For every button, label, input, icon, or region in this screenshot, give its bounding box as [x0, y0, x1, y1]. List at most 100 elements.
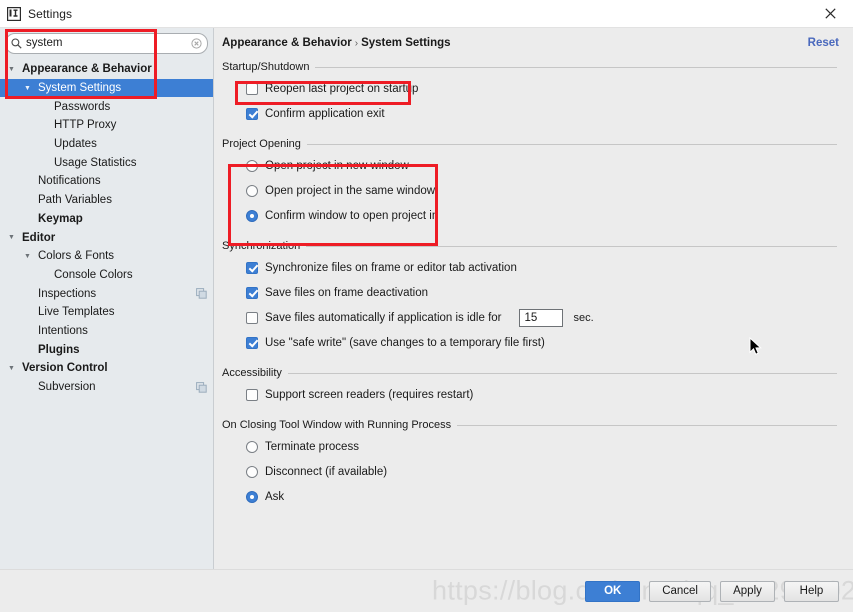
dialog-footer: https://blog.csdn.net/qq_43297802 OK Canc…	[0, 569, 853, 612]
checkbox-reopen-last-project-on-startup[interactable]: Reopen last project on startup	[246, 76, 839, 101]
sidebar-item-label: Plugins	[38, 343, 80, 356]
group-title: Synchronization	[222, 240, 839, 252]
sidebar-item-subversion[interactable]: Subversion	[0, 378, 213, 397]
search-input-value: system	[26, 37, 63, 49]
breadcrumb-parent[interactable]: Appearance & Behavior	[222, 37, 352, 49]
copy-icon[interactable]	[196, 288, 207, 299]
group-title-label: Accessibility	[222, 367, 282, 379]
group-title: Project Opening	[222, 138, 839, 150]
window-title: Settings	[28, 6, 73, 21]
checkbox-unchecked-icon[interactable]	[246, 82, 258, 95]
sidebar-item-path-variables[interactable]: Path Variables	[0, 191, 213, 210]
sidebar-item-plugins[interactable]: Plugins	[0, 340, 213, 359]
checkbox-save-files-automatically-if-application-is-i[interactable]: Save files automatically if application …	[246, 305, 839, 330]
sidebar-item-keymap[interactable]: Keymap	[0, 210, 213, 229]
group-options: Support screen readers (requires restart…	[222, 379, 839, 407]
sidebar-item-label: Subversion	[38, 381, 96, 394]
clear-circle-icon[interactable]	[191, 38, 202, 49]
search-input[interactable]: system	[5, 33, 208, 54]
option-label: Confirm window to open project in	[265, 209, 439, 222]
checkbox-save-files-on-frame-deactivation[interactable]: Save files on frame deactivation	[246, 280, 839, 305]
chevron-down-icon[interactable]: ▼	[6, 234, 17, 241]
sidebar-item-label: Editor	[22, 231, 56, 244]
chevron-down-icon[interactable]: ▼	[22, 253, 33, 260]
radio-open-project-in-the-same-window[interactable]: Open project in the same window	[246, 178, 839, 203]
breadcrumb-row: Appearance & Behavior › System Settings Re…	[222, 28, 839, 49]
sidebar-item-usage-statistics[interactable]: Usage Statistics	[0, 153, 213, 172]
breadcrumb-current: System Settings	[361, 37, 451, 49]
sidebar-item-label: Inspections	[38, 287, 97, 300]
option-label: Confirm application exit	[265, 107, 385, 120]
settings-group-project-opening: Project Opening Open project in new windo…	[222, 138, 839, 228]
search-icon	[11, 38, 22, 49]
sidebar-item-label: Appearance & Behavior	[22, 63, 152, 76]
settings-dialog: Settings system ▼ Appearance & Behavior …	[0, 0, 853, 612]
sidebar-item-http-proxy[interactable]: HTTP Proxy	[0, 116, 213, 135]
group-title-label: Synchronization	[222, 240, 301, 252]
radio-ask[interactable]: Ask	[246, 484, 839, 509]
sidebar-item-intentions[interactable]: Intentions	[0, 322, 213, 341]
option-label: Terminate process	[265, 440, 359, 453]
help-button[interactable]: Help	[784, 580, 839, 602]
chevron-down-icon[interactable]: ▼	[6, 365, 17, 372]
intellij-idea-icon	[6, 6, 22, 21]
sidebar-item-passwords[interactable]: Passwords	[0, 97, 213, 116]
sidebar-item-colors-fonts[interactable]: ▼ Colors & Fonts	[0, 247, 213, 266]
sidebar-item-label: Live Templates	[38, 306, 115, 319]
radio-unselected-icon[interactable]	[246, 184, 258, 197]
radio-selected-icon[interactable]	[246, 490, 258, 503]
sidebar-item-live-templates[interactable]: Live Templates	[0, 303, 213, 322]
ok-button[interactable]: OK	[585, 580, 641, 602]
group-divider	[315, 66, 837, 68]
option-label: Ask	[265, 490, 285, 503]
checkbox-unchecked-icon[interactable]	[246, 311, 258, 324]
checkbox-checked-icon[interactable]	[246, 261, 258, 274]
checkbox-checked-icon[interactable]	[246, 336, 258, 349]
radio-unselected-icon[interactable]	[246, 465, 258, 478]
sidebar-item-console-colors[interactable]: Console Colors	[0, 266, 213, 285]
radio-unselected-icon[interactable]	[246, 440, 258, 453]
idle-seconds-input[interactable]: 15	[518, 308, 563, 327]
checkbox-use-safe-write-save-changes-to-a-temporary-f[interactable]: Use "safe write" (save changes to a temp…	[246, 330, 839, 355]
sidebar-item-updates[interactable]: Updates	[0, 135, 213, 154]
option-label: Open project in the same window	[265, 184, 436, 197]
chevron-down-icon[interactable]: ▼	[22, 85, 33, 92]
sidebar-item-label: Version Control	[22, 362, 108, 375]
sidebar-item-inspections[interactable]: Inspections	[0, 284, 213, 303]
search-container: system	[0, 28, 213, 58]
radio-unselected-icon[interactable]	[246, 159, 258, 172]
sidebar-item-appearance-behavior[interactable]: ▼ Appearance & Behavior	[0, 60, 213, 79]
sidebar-item-system-settings[interactable]: ▼ System Settings	[0, 78, 213, 98]
close-icon[interactable]	[808, 0, 853, 27]
title-bar: Settings	[0, 0, 853, 28]
sidebar-item-version-control[interactable]: ▼ Version Control	[0, 359, 213, 378]
group-title: Startup/Shutdown	[222, 61, 839, 73]
chevron-down-icon[interactable]: ▼	[6, 66, 17, 73]
radio-confirm-window-to-open-project-in[interactable]: Confirm window to open project in	[246, 203, 839, 228]
radio-terminate-process[interactable]: Terminate process	[246, 434, 839, 459]
checkbox-synchronize-files-on-frame-or-editor-tab-act[interactable]: Synchronize files on frame or editor tab…	[246, 255, 839, 280]
option-label: Disconnect (if available)	[265, 465, 388, 478]
radio-selected-icon[interactable]	[246, 209, 258, 222]
checkbox-checked-icon[interactable]	[246, 107, 258, 120]
breadcrumb: Appearance & Behavior › System Settings	[222, 37, 451, 49]
settings-tree: ▼ Appearance & Behavior ▼ System Settings Pa…	[0, 58, 213, 396]
apply-button[interactable]: Apply	[720, 580, 775, 602]
checkbox-checked-icon[interactable]	[246, 286, 258, 299]
group-title-label: Startup/Shutdown	[222, 61, 310, 73]
settings-group-accessibility: Accessibility Support screen readers (req…	[222, 367, 839, 407]
group-divider	[306, 143, 837, 145]
settings-sidebar: system ▼ Appearance & Behavior ▼ System Set…	[0, 28, 214, 569]
reset-link[interactable]: Reset	[808, 37, 839, 49]
cancel-button[interactable]: Cancel	[649, 580, 711, 602]
sidebar-item-label: Path Variables	[38, 194, 112, 207]
settings-group-on-closing-tool-window-with-running-process: On Closing Tool Window with Running Proc…	[222, 419, 839, 509]
checkbox-confirm-application-exit[interactable]: Confirm application exit	[246, 101, 839, 126]
checkbox-unchecked-icon[interactable]	[246, 388, 258, 401]
radio-disconnect-if-available[interactable]: Disconnect (if available)	[246, 459, 839, 484]
copy-icon[interactable]	[196, 381, 207, 393]
radio-open-project-in-new-window[interactable]: Open project in new window	[246, 153, 839, 178]
checkbox-support-screen-readers-requires-restart[interactable]: Support screen readers (requires restart…	[246, 382, 839, 407]
sidebar-item-notifications[interactable]: Notifications	[0, 172, 213, 191]
sidebar-item-editor[interactable]: ▼ Editor	[0, 228, 213, 247]
